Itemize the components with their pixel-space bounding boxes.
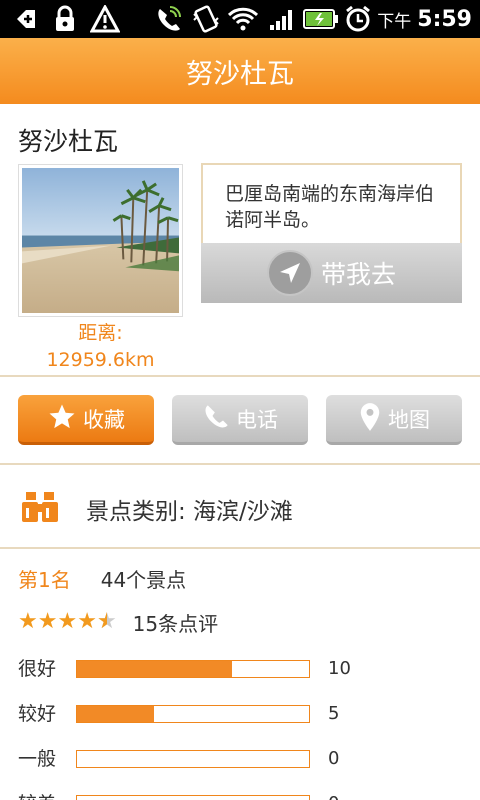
title-bar: 努沙杜瓦 xyxy=(0,38,480,104)
category-label: 景点类别: 海滨/沙滩 xyxy=(86,499,293,525)
rating-count: 0 xyxy=(328,748,340,769)
star-full-icon: ★ xyxy=(57,609,78,634)
phone-label: 电话 xyxy=(236,407,278,432)
divider xyxy=(0,463,480,465)
warning-icon xyxy=(88,4,122,34)
navigation-arrow-icon xyxy=(266,250,313,296)
rating-label: 较差 xyxy=(18,790,56,800)
vibrate-icon xyxy=(190,4,222,34)
take-me-there-button[interactable]: 带我去 xyxy=(201,243,462,303)
beach-photo xyxy=(22,168,179,313)
rating-row: 较差 0 xyxy=(18,790,458,800)
clock: 下午 5:59 xyxy=(377,4,472,34)
rating-bar xyxy=(76,750,310,768)
page-title: 努沙杜瓦 xyxy=(186,58,294,90)
rank-label: 第1名 xyxy=(18,567,71,592)
favorite-button[interactable]: 收藏 xyxy=(18,395,154,445)
map-button[interactable]: 地图 xyxy=(326,395,462,445)
star-icon xyxy=(47,402,77,436)
star-full-icon: ★ xyxy=(18,609,38,634)
binoculars-icon xyxy=(18,490,62,528)
status-bar: 下午 5:59 xyxy=(0,0,480,38)
lock-icon xyxy=(50,4,80,34)
battery-icon xyxy=(302,4,340,34)
clock-ampm: 下午 xyxy=(377,11,412,32)
ranking-row: 第1名 44个景点 xyxy=(18,564,186,592)
rating-row: 一般 0 xyxy=(18,745,458,773)
alarm-icon xyxy=(342,4,374,34)
map-label: 地图 xyxy=(388,407,430,432)
phone-icon xyxy=(202,403,230,435)
clock-time: 5:59 xyxy=(417,6,472,32)
category-row: 景点类别: 海滨/沙滩 xyxy=(18,484,293,534)
review-count: 15条点评 xyxy=(132,611,219,636)
distance: 距离: 12959.6km xyxy=(18,320,183,374)
distance-label: 距离: xyxy=(78,322,123,344)
rating-label: 较好 xyxy=(18,703,57,725)
place-name: 努沙杜瓦 xyxy=(18,127,119,156)
star-full-icon: ★ xyxy=(77,609,97,634)
rating-count: 10 xyxy=(328,658,351,679)
divider xyxy=(0,375,480,377)
rating-row: 较好 5 xyxy=(18,700,458,728)
take-me-there-label: 带我去 xyxy=(320,260,396,289)
distance-value: 12959.6km xyxy=(46,349,155,371)
rating-bar-fill xyxy=(77,706,155,722)
rating-row: 很好 10 xyxy=(18,655,458,683)
attraction-count: 44个景点 xyxy=(100,567,187,592)
rating-bar xyxy=(76,795,310,800)
rating-bar-fill xyxy=(77,661,232,677)
star-half-icon: ★ xyxy=(97,611,117,634)
rating-count: 0 xyxy=(328,790,339,800)
rating-bar xyxy=(76,705,310,723)
place-description: 巴厘岛南端的东南海岸伯诺阿半岛。 xyxy=(201,163,462,249)
place-photo[interactable] xyxy=(18,164,183,317)
rating-count: 5 xyxy=(328,703,340,724)
wifi-icon xyxy=(226,4,260,34)
map-pin-icon xyxy=(358,402,382,436)
cell-signal-icon xyxy=(266,4,298,34)
phone-button[interactable]: 电话 xyxy=(172,395,308,445)
rating-stars-row: ★ ★ ★ ★ ★ 15条点评 xyxy=(18,608,218,636)
rating-label: 很好 xyxy=(18,658,57,680)
favorite-label: 收藏 xyxy=(83,407,125,432)
add-icon xyxy=(10,4,42,34)
rating-bar xyxy=(76,660,310,678)
star-full-icon: ★ xyxy=(37,609,58,634)
phone-signal-icon xyxy=(152,4,184,34)
rating-label: 一般 xyxy=(18,748,57,770)
divider xyxy=(0,547,480,549)
